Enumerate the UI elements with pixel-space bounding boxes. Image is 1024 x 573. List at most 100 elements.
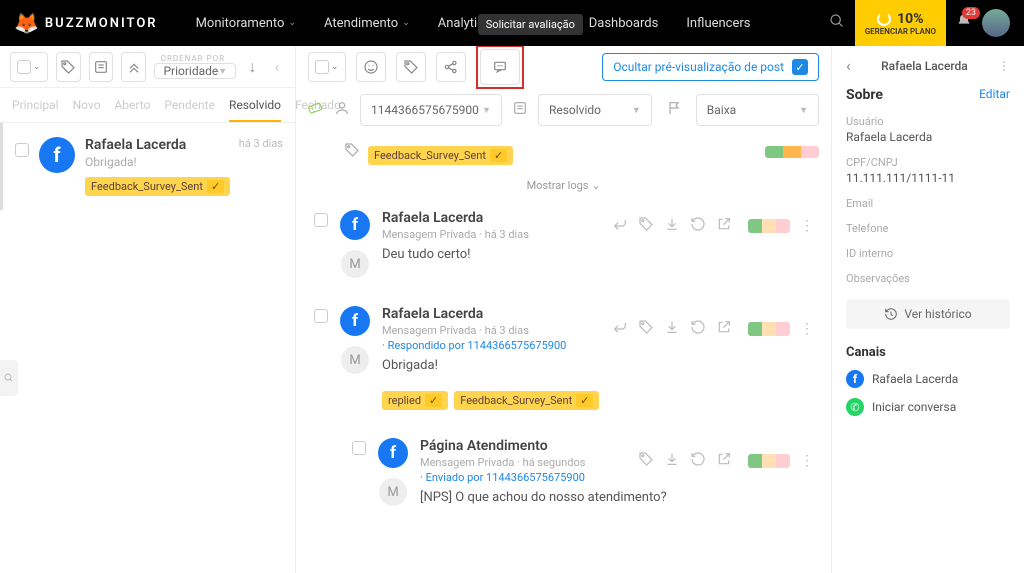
msg-tag: replied✓ — [382, 391, 448, 410]
nav-influencers[interactable]: Influencers — [672, 0, 764, 46]
history-button[interactable]: Ver histórico — [846, 299, 1010, 329]
list-button[interactable] — [89, 52, 114, 82]
sentiment-strip[interactable] — [748, 219, 790, 233]
logo[interactable]: 🦊 BUZZMONITOR — [14, 11, 158, 35]
nav-atendimento[interactable]: Atendimento⌄ — [310, 0, 424, 46]
plan-button[interactable]: 10% GERENCIAR PLANO — [855, 0, 946, 46]
conversation-tag[interactable]: Feedback_Survey_Sent✓ — [368, 146, 513, 165]
msg-meta: Mensagem Privada · há 3 dias — [382, 324, 566, 337]
msg-checkbox[interactable] — [314, 309, 328, 323]
external-icon[interactable] — [716, 451, 732, 471]
sort-up-button[interactable]: ‹ — [269, 52, 285, 82]
status-icon — [512, 100, 528, 120]
nav-monitoramento[interactable]: Monitoramento⌄ — [182, 0, 310, 46]
tab-resolvido[interactable]: Resolvido — [229, 98, 281, 122]
nav-dashboards[interactable]: Dashboards — [575, 0, 673, 46]
kebab-icon[interactable]: ⋮ — [800, 321, 813, 337]
search-icon[interactable] — [829, 13, 845, 33]
about-title: Sobre — [846, 87, 883, 103]
avatar-letter: M — [341, 346, 369, 374]
emoji-button[interactable] — [356, 52, 386, 82]
status-select[interactable]: Resolvido▼ — [538, 94, 652, 126]
sentiment-strip[interactable] — [765, 146, 819, 158]
reply-icon[interactable] — [612, 216, 628, 236]
history-icon[interactable] — [690, 216, 706, 236]
tab-principal[interactable]: Principal — [12, 98, 59, 122]
msg-author: Rafaela Lacerda — [382, 210, 529, 226]
history-icon[interactable] — [690, 319, 706, 339]
tag-button[interactable] — [396, 52, 426, 82]
tag-icon — [344, 142, 360, 162]
ticket-checkbox[interactable] — [15, 143, 29, 157]
download-icon[interactable] — [664, 216, 680, 236]
hide-preview-toggle[interactable]: Ocultar pré-visualização de post ✓ — [602, 53, 819, 81]
msg-actions: ⋮ — [638, 451, 813, 471]
check-icon: ✓ — [425, 394, 442, 407]
download-icon[interactable] — [664, 319, 680, 339]
tag-icon[interactable] — [638, 319, 654, 339]
back-button[interactable]: ‹ — [846, 56, 851, 75]
tab-aberto[interactable]: Aberto — [114, 98, 150, 122]
channel-facebook[interactable]: fRafaela Lacerda — [846, 370, 1010, 388]
tag-icon[interactable] — [638, 216, 654, 236]
left-tabs: Principal Novo Aberto Pendente Resolvido… — [0, 88, 295, 123]
select-all-checkbox[interactable]: ⌄ — [308, 52, 346, 82]
sort-down-button[interactable]: ↓ — [244, 52, 260, 82]
sort-select[interactable]: Prioridade▼ — [154, 63, 236, 79]
priority-button[interactable] — [121, 52, 146, 82]
tag-button[interactable] — [56, 52, 81, 82]
sentiment-strip[interactable] — [748, 454, 790, 468]
facebook-icon: f — [39, 137, 75, 173]
msg-meta: Mensagem Privada · há 3 dias — [382, 228, 529, 241]
download-icon[interactable] — [664, 451, 680, 471]
ticket-item[interactable]: f Rafaela Lacerda Obrigada! há 3 dias Fe… — [0, 123, 295, 210]
msg-tag: Feedback_Survey_Sent✓ — [454, 391, 599, 410]
plan-pct: 10% — [897, 11, 923, 27]
reply-icon[interactable] — [612, 319, 628, 339]
filter-row: 1144366575675900▼ Resolvido▼ Baixa▼ — [296, 88, 831, 132]
msg-reply-by: · Enviado por 1144366575675900 — [420, 471, 585, 484]
logs-toggle[interactable]: Mostrar logs ⌄ — [296, 175, 831, 196]
msg-checkbox[interactable] — [314, 213, 328, 227]
nav-analytics[interactable]: Analytics Solicitar avaliação — [424, 0, 505, 46]
msg-checkbox[interactable] — [352, 441, 366, 455]
facebook-icon: f — [340, 306, 370, 336]
obs-label: Observações — [846, 272, 1010, 285]
msg-text: [NPS] O que achou do nosso atendimento? — [420, 490, 813, 505]
external-icon[interactable] — [716, 216, 732, 236]
history-icon[interactable] — [690, 451, 706, 471]
avatar-letter: M — [341, 250, 369, 278]
priority-select[interactable]: Baixa▼ — [696, 94, 819, 126]
email-label: Email — [846, 197, 1010, 210]
message-item: f M Página Atendimento Mensagem Privada … — [296, 424, 831, 520]
msg-author: Página Atendimento — [420, 438, 585, 454]
kebab-icon[interactable]: ⋮ — [998, 59, 1010, 73]
notif-badge: 23 — [962, 7, 980, 19]
sentiment-strip[interactable] — [748, 322, 790, 336]
whatsapp-icon: ✆ — [846, 398, 864, 416]
kebab-icon[interactable]: ⋮ — [800, 218, 813, 234]
kebab-icon[interactable]: ⋮ — [800, 453, 813, 469]
avatar[interactable] — [982, 9, 1010, 37]
ticket-icon — [305, 97, 327, 122]
nav-hidden[interactable] — [505, 0, 575, 46]
msg-actions: ⋮ — [612, 319, 813, 339]
tab-novo[interactable]: Novo — [73, 98, 101, 122]
select-all-checkbox[interactable]: ⌄ — [10, 52, 48, 82]
user-icon — [334, 100, 350, 120]
sort-label: ORDENAR POR — [160, 54, 236, 63]
profile-panel: ‹ Rafaela Lacerda ⋮ Sobre Editar Usuário… — [832, 46, 1024, 573]
tag-icon[interactable] — [638, 451, 654, 471]
plan-label: GERENCIAR PLANO — [865, 27, 936, 36]
nps-chat-button[interactable] — [480, 49, 520, 85]
channel-whatsapp[interactable]: ✆Iniciar conversa — [846, 398, 1010, 416]
external-icon[interactable] — [716, 319, 732, 339]
agent-select[interactable]: 1144366575675900▼ — [360, 94, 502, 126]
tab-pendente[interactable]: Pendente — [164, 98, 215, 122]
edit-link[interactable]: Editar — [979, 87, 1010, 103]
message-item: f M Rafaela Lacerda Mensagem Privada · h… — [296, 292, 831, 424]
bell-icon[interactable]: 23 — [956, 13, 972, 33]
share-button[interactable] — [436, 52, 466, 82]
usuario-value: Rafaela Lacerda — [846, 130, 1010, 144]
sidebar-expand-handle[interactable] — [0, 360, 18, 396]
